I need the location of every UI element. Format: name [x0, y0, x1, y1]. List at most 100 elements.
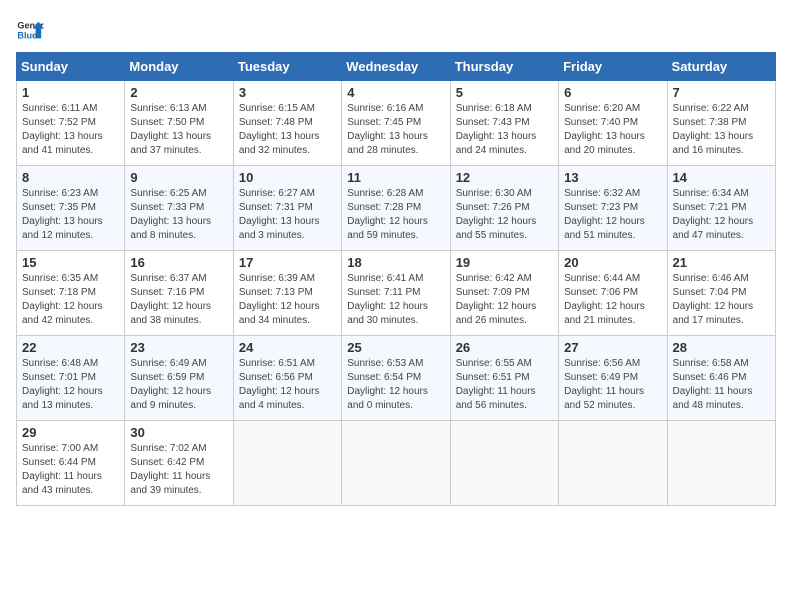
calendar-day-cell: 2 Sunrise: 6:13 AMSunset: 7:50 PMDayligh…	[125, 81, 233, 166]
svg-text:Blue: Blue	[17, 30, 37, 40]
day-number: 15	[22, 255, 119, 270]
day-number: 1	[22, 85, 119, 100]
day-number: 22	[22, 340, 119, 355]
day-number: 5	[456, 85, 553, 100]
calendar-day-cell: 26 Sunrise: 6:55 AMSunset: 6:51 PMDaylig…	[450, 336, 558, 421]
calendar-day-cell: 12 Sunrise: 6:30 AMSunset: 7:26 PMDaylig…	[450, 166, 558, 251]
calendar-day-cell: 28 Sunrise: 6:58 AMSunset: 6:46 PMDaylig…	[667, 336, 775, 421]
day-number: 23	[130, 340, 227, 355]
day-number: 21	[673, 255, 770, 270]
weekday-header-cell: Tuesday	[233, 53, 341, 81]
calendar-day-cell: 4 Sunrise: 6:16 AMSunset: 7:45 PMDayligh…	[342, 81, 450, 166]
day-number: 6	[564, 85, 661, 100]
weekday-header-cell: Monday	[125, 53, 233, 81]
calendar-day-cell	[450, 421, 558, 506]
day-info: Sunrise: 6:30 AMSunset: 7:26 PMDaylight:…	[456, 188, 537, 241]
calendar-day-cell	[559, 421, 667, 506]
day-number: 12	[456, 170, 553, 185]
day-number: 18	[347, 255, 444, 270]
day-info: Sunrise: 6:25 AMSunset: 7:33 PMDaylight:…	[130, 188, 211, 241]
weekday-header-cell: Sunday	[17, 53, 125, 81]
calendar-day-cell: 25 Sunrise: 6:53 AMSunset: 6:54 PMDaylig…	[342, 336, 450, 421]
day-info: Sunrise: 6:32 AMSunset: 7:23 PMDaylight:…	[564, 188, 645, 241]
weekday-header-cell: Wednesday	[342, 53, 450, 81]
day-info: Sunrise: 6:49 AMSunset: 6:59 PMDaylight:…	[130, 358, 211, 411]
day-info: Sunrise: 6:23 AMSunset: 7:35 PMDaylight:…	[22, 188, 103, 241]
calendar-day-cell	[667, 421, 775, 506]
day-number: 16	[130, 255, 227, 270]
day-info: Sunrise: 6:55 AMSunset: 6:51 PMDaylight:…	[456, 358, 536, 411]
calendar-day-cell: 18 Sunrise: 6:41 AMSunset: 7:11 PMDaylig…	[342, 251, 450, 336]
calendar-day-cell: 21 Sunrise: 6:46 AMSunset: 7:04 PMDaylig…	[667, 251, 775, 336]
logo-icon: General Blue	[16, 16, 44, 44]
day-number: 24	[239, 340, 336, 355]
calendar-day-cell: 23 Sunrise: 6:49 AMSunset: 6:59 PMDaylig…	[125, 336, 233, 421]
day-info: Sunrise: 6:53 AMSunset: 6:54 PMDaylight:…	[347, 358, 428, 411]
day-info: Sunrise: 6:35 AMSunset: 7:18 PMDaylight:…	[22, 273, 103, 326]
day-number: 11	[347, 170, 444, 185]
calendar-day-cell: 3 Sunrise: 6:15 AMSunset: 7:48 PMDayligh…	[233, 81, 341, 166]
day-info: Sunrise: 6:18 AMSunset: 7:43 PMDaylight:…	[456, 103, 537, 156]
calendar-week-row: 15 Sunrise: 6:35 AMSunset: 7:18 PMDaylig…	[17, 251, 776, 336]
weekday-header-cell: Thursday	[450, 53, 558, 81]
calendar-day-cell: 14 Sunrise: 6:34 AMSunset: 7:21 PMDaylig…	[667, 166, 775, 251]
day-number: 25	[347, 340, 444, 355]
calendar-day-cell: 6 Sunrise: 6:20 AMSunset: 7:40 PMDayligh…	[559, 81, 667, 166]
weekday-header-row: SundayMondayTuesdayWednesdayThursdayFrid…	[17, 53, 776, 81]
day-number: 17	[239, 255, 336, 270]
calendar-day-cell: 20 Sunrise: 6:44 AMSunset: 7:06 PMDaylig…	[559, 251, 667, 336]
logo: General Blue	[16, 16, 44, 44]
calendar-day-cell: 10 Sunrise: 6:27 AMSunset: 7:31 PMDaylig…	[233, 166, 341, 251]
calendar-week-row: 1 Sunrise: 6:11 AMSunset: 7:52 PMDayligh…	[17, 81, 776, 166]
day-info: Sunrise: 6:56 AMSunset: 6:49 PMDaylight:…	[564, 358, 644, 411]
day-info: Sunrise: 6:44 AMSunset: 7:06 PMDaylight:…	[564, 273, 645, 326]
day-info: Sunrise: 6:15 AMSunset: 7:48 PMDaylight:…	[239, 103, 320, 156]
calendar-week-row: 22 Sunrise: 6:48 AMSunset: 7:01 PMDaylig…	[17, 336, 776, 421]
weekday-header-cell: Friday	[559, 53, 667, 81]
calendar-week-row: 8 Sunrise: 6:23 AMSunset: 7:35 PMDayligh…	[17, 166, 776, 251]
calendar-day-cell: 27 Sunrise: 6:56 AMSunset: 6:49 PMDaylig…	[559, 336, 667, 421]
calendar-day-cell: 17 Sunrise: 6:39 AMSunset: 7:13 PMDaylig…	[233, 251, 341, 336]
day-info: Sunrise: 6:11 AMSunset: 7:52 PMDaylight:…	[22, 103, 103, 156]
day-info: Sunrise: 6:28 AMSunset: 7:28 PMDaylight:…	[347, 188, 428, 241]
day-number: 3	[239, 85, 336, 100]
calendar-body: 1 Sunrise: 6:11 AMSunset: 7:52 PMDayligh…	[17, 81, 776, 506]
day-number: 2	[130, 85, 227, 100]
calendar-day-cell: 8 Sunrise: 6:23 AMSunset: 7:35 PMDayligh…	[17, 166, 125, 251]
day-info: Sunrise: 6:51 AMSunset: 6:56 PMDaylight:…	[239, 358, 320, 411]
day-number: 14	[673, 170, 770, 185]
day-number: 29	[22, 425, 119, 440]
day-number: 9	[130, 170, 227, 185]
calendar-day-cell	[233, 421, 341, 506]
day-number: 13	[564, 170, 661, 185]
calendar-day-cell: 16 Sunrise: 6:37 AMSunset: 7:16 PMDaylig…	[125, 251, 233, 336]
calendar-day-cell: 15 Sunrise: 6:35 AMSunset: 7:18 PMDaylig…	[17, 251, 125, 336]
day-number: 28	[673, 340, 770, 355]
day-info: Sunrise: 6:39 AMSunset: 7:13 PMDaylight:…	[239, 273, 320, 326]
day-info: Sunrise: 6:58 AMSunset: 6:46 PMDaylight:…	[673, 358, 753, 411]
day-info: Sunrise: 6:37 AMSunset: 7:16 PMDaylight:…	[130, 273, 211, 326]
day-number: 30	[130, 425, 227, 440]
calendar-day-cell: 22 Sunrise: 6:48 AMSunset: 7:01 PMDaylig…	[17, 336, 125, 421]
calendar-day-cell: 30 Sunrise: 7:02 AMSunset: 6:42 PMDaylig…	[125, 421, 233, 506]
calendar-table: SundayMondayTuesdayWednesdayThursdayFrid…	[16, 52, 776, 506]
page-header: General Blue	[16, 16, 776, 44]
calendar-day-cell: 9 Sunrise: 6:25 AMSunset: 7:33 PMDayligh…	[125, 166, 233, 251]
calendar-day-cell: 24 Sunrise: 6:51 AMSunset: 6:56 PMDaylig…	[233, 336, 341, 421]
calendar-day-cell: 7 Sunrise: 6:22 AMSunset: 7:38 PMDayligh…	[667, 81, 775, 166]
day-info: Sunrise: 6:20 AMSunset: 7:40 PMDaylight:…	[564, 103, 645, 156]
day-info: Sunrise: 6:34 AMSunset: 7:21 PMDaylight:…	[673, 188, 754, 241]
calendar-day-cell: 5 Sunrise: 6:18 AMSunset: 7:43 PMDayligh…	[450, 81, 558, 166]
day-number: 26	[456, 340, 553, 355]
day-number: 7	[673, 85, 770, 100]
day-number: 8	[22, 170, 119, 185]
day-info: Sunrise: 6:41 AMSunset: 7:11 PMDaylight:…	[347, 273, 428, 326]
weekday-header-cell: Saturday	[667, 53, 775, 81]
day-info: Sunrise: 6:46 AMSunset: 7:04 PMDaylight:…	[673, 273, 754, 326]
day-number: 27	[564, 340, 661, 355]
day-info: Sunrise: 6:27 AMSunset: 7:31 PMDaylight:…	[239, 188, 320, 241]
day-number: 19	[456, 255, 553, 270]
calendar-day-cell: 29 Sunrise: 7:00 AMSunset: 6:44 PMDaylig…	[17, 421, 125, 506]
calendar-day-cell: 13 Sunrise: 6:32 AMSunset: 7:23 PMDaylig…	[559, 166, 667, 251]
day-number: 10	[239, 170, 336, 185]
